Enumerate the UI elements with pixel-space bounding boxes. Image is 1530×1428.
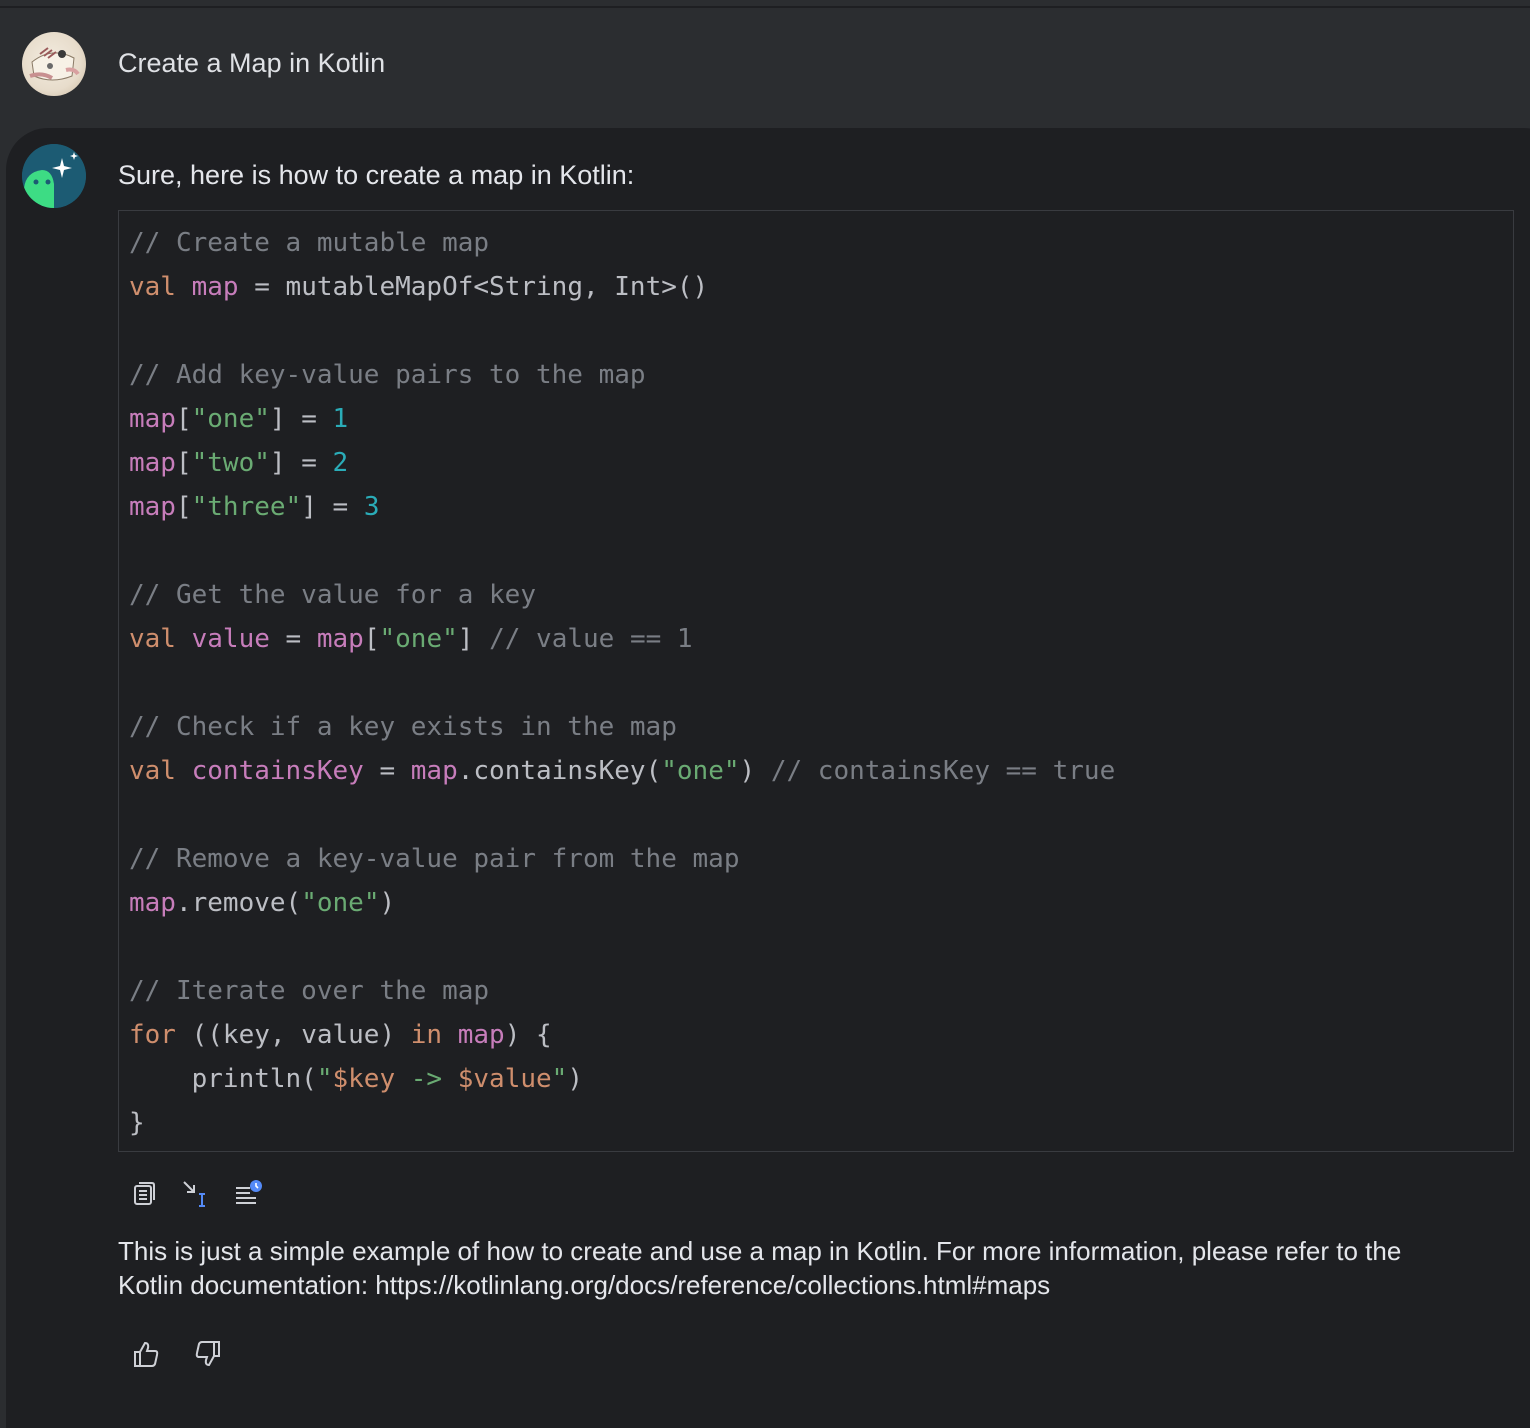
- code-token: }: [129, 1108, 145, 1138]
- code-token: "two": [191, 448, 270, 478]
- outro-line-2: Kotlin documentation: https://kotlinlang…: [118, 1270, 1051, 1300]
- code-token: ] =: [269, 448, 333, 478]
- code-token: map: [129, 888, 176, 918]
- code-lines: // Create a mutable map val map = mutable…: [129, 221, 1115, 1145]
- assistant-avatar: [22, 144, 86, 208]
- code-token: // Get the value for a key: [129, 580, 536, 610]
- user-avatar: [22, 32, 86, 96]
- code-token: // containsKey == true: [770, 756, 1116, 786]
- code-token: ->: [395, 1064, 458, 1094]
- code-token: // Remove a key-value pair from the map: [129, 844, 740, 874]
- code-token: [: [175, 404, 192, 434]
- assistant-outro-text: This is just a simple example of how to …: [118, 1234, 1508, 1302]
- code-token: // Iterate over the map: [129, 976, 490, 1006]
- code-token: ": [551, 1064, 568, 1094]
- code-token: =: [363, 756, 411, 786]
- code-token: map: [410, 756, 458, 786]
- thumbs-down-icon[interactable]: [190, 1336, 226, 1372]
- code-token: containsKey: [191, 756, 364, 786]
- code-token: ((key, value): [191, 1020, 411, 1050]
- code-token: for: [129, 1020, 192, 1050]
- code-line: println("$key -> $value"): [129, 1057, 1115, 1101]
- code-token: map: [191, 272, 239, 302]
- code-token: "three": [191, 492, 302, 522]
- code-token: value: [191, 624, 270, 654]
- code-token: = mutableMapOf<String, Int>(): [238, 272, 709, 302]
- code-line: // Iterate over the map: [129, 969, 1115, 1013]
- code-token: map: [129, 404, 176, 434]
- code-token: .containsKey(: [457, 756, 662, 786]
- code-token: ] =: [301, 492, 364, 522]
- code-token: // Add key-value pairs to the map: [129, 360, 646, 390]
- code-token: "one": [301, 888, 380, 918]
- code-token: [: [175, 448, 192, 478]
- user-message-text: Create a Map in Kotlin: [118, 48, 386, 78]
- code-line: }: [129, 1101, 1115, 1145]
- code-token: "one": [191, 404, 270, 434]
- code-token: map: [129, 492, 176, 522]
- code-token: 3: [363, 492, 380, 522]
- code-line: map["one"] = 1: [129, 397, 1115, 441]
- code-token: // Check if a key exists in the map: [129, 712, 677, 742]
- code-line: // Check if a key exists in the map: [129, 705, 1115, 749]
- code-token: 2: [332, 448, 349, 478]
- thumbs-up-icon[interactable]: [128, 1336, 164, 1372]
- code-token: 1: [332, 404, 349, 434]
- code-token: println(: [129, 1064, 317, 1094]
- code-token: $key: [332, 1064, 396, 1094]
- code-token: ): [379, 888, 396, 918]
- code-token: map: [316, 624, 364, 654]
- code-token: // value == 1: [489, 624, 693, 654]
- code-line: map["three"] = 3: [129, 485, 1115, 529]
- code-line: val containsKey = map.containsKey("one")…: [129, 749, 1115, 793]
- insert-at-caret-icon[interactable]: [178, 1176, 214, 1212]
- code-block[interactable]: // Create a mutable map val map = mutable…: [118, 210, 1514, 1152]
- copy-icon[interactable]: [126, 1176, 162, 1212]
- code-token: "one": [661, 756, 740, 786]
- code-line: val map = mutableMapOf<String, Int>(): [129, 265, 1115, 309]
- explain-icon[interactable]: [230, 1176, 266, 1212]
- code-token: ]: [457, 624, 490, 654]
- code-token: =: [269, 624, 317, 654]
- code-token: val: [129, 624, 192, 654]
- code-token: in: [410, 1020, 458, 1050]
- code-token: ": [316, 1064, 333, 1094]
- code-line: // Add key-value pairs to the map: [129, 353, 1115, 397]
- code-token: // Create a mutable map: [129, 228, 490, 258]
- code-token: .remove(: [175, 888, 302, 918]
- code-token: val: [129, 272, 192, 302]
- code-line: map["two"] = 2: [129, 441, 1115, 485]
- code-token: val: [129, 756, 192, 786]
- code-token: map: [129, 448, 176, 478]
- code-token: map: [457, 1020, 505, 1050]
- code-line: // Create a mutable map: [129, 221, 1115, 265]
- code-token: ) {: [504, 1020, 552, 1050]
- assistant-intro-text: Sure, here is how to create a map in Kot…: [118, 160, 635, 190]
- code-line: for ((key, value) in map) {: [129, 1013, 1115, 1057]
- code-line: map.remove("one"): [129, 881, 1115, 925]
- code-token: "one": [379, 624, 458, 654]
- code-token: $value: [457, 1064, 552, 1094]
- code-line: val value = map["one"] // value == 1: [129, 617, 1115, 661]
- code-line: // Get the value for a key: [129, 573, 1115, 617]
- code-token: [: [175, 492, 192, 522]
- code-token: ] =: [269, 404, 333, 434]
- code-token: ): [567, 1064, 583, 1094]
- code-token: ): [739, 756, 771, 786]
- outro-line-1: This is just a simple example of how to …: [118, 1236, 1402, 1266]
- code-token: [: [363, 624, 380, 654]
- code-line: // Remove a key-value pair from the map: [129, 837, 1115, 881]
